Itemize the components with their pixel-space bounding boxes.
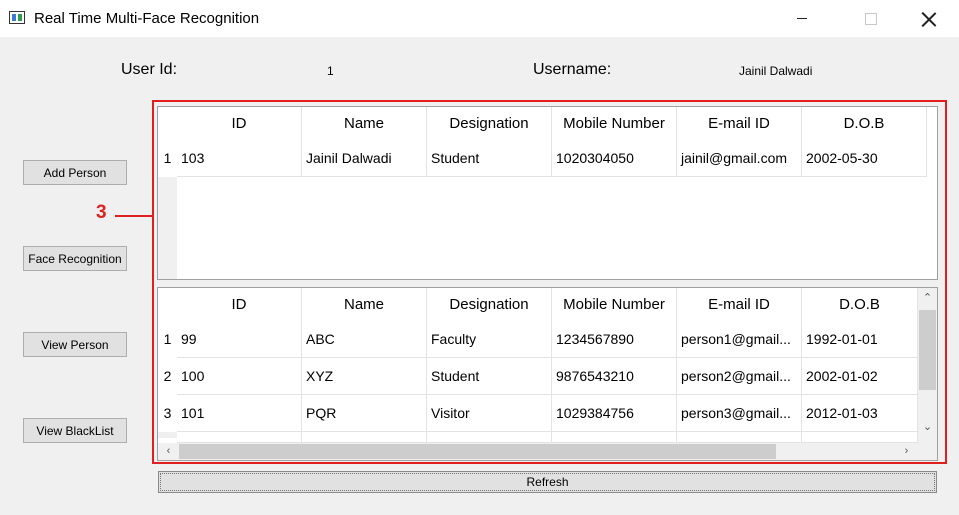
table-cell[interactable]: 2002-01-02	[802, 358, 918, 395]
column-header-email[interactable]: E-mail ID	[677, 288, 802, 321]
table-cell[interactable]: person2@gmail...	[677, 358, 802, 395]
table-cell[interactable]: 1029384756	[552, 395, 677, 432]
table-cell-partial[interactable]	[552, 432, 677, 443]
column-header-name[interactable]: Name	[302, 288, 427, 321]
view-blacklist-button[interactable]: View BlackList	[23, 418, 127, 443]
row-index[interactable]: 1	[158, 140, 177, 177]
table-cell[interactable]: 1020304050	[552, 140, 677, 177]
annotation-pointer-line	[115, 215, 154, 217]
horizontal-scrollbar[interactable]: ‹ ›	[158, 443, 918, 460]
table-cell[interactable]: XYZ	[302, 358, 427, 395]
table-cell-partial[interactable]	[427, 432, 552, 443]
table-cell-partial[interactable]	[677, 432, 802, 443]
table-cell-partial[interactable]	[802, 432, 918, 443]
table-cell[interactable]: person3@gmail...	[677, 395, 802, 432]
maximize-button[interactable]	[848, 0, 894, 37]
row-index[interactable]: 1	[158, 321, 177, 358]
table-cell[interactable]: 1992-01-01	[802, 321, 918, 358]
table-cell[interactable]: 1234567890	[552, 321, 677, 358]
refresh-button[interactable]: Refresh	[158, 471, 937, 493]
close-icon	[922, 12, 936, 26]
table-cell[interactable]: 101	[177, 395, 302, 432]
table-corner	[158, 107, 177, 140]
table-cell[interactable]: Faculty	[427, 321, 552, 358]
column-header-name[interactable]: Name	[302, 107, 427, 140]
column-header-dob[interactable]: D.O.B	[802, 107, 927, 140]
username-label: Username:	[533, 61, 612, 78]
user-id-label: User Id:	[121, 61, 178, 78]
column-header-email[interactable]: E-mail ID	[677, 107, 802, 140]
table-cell[interactable]: Visitor	[427, 395, 552, 432]
column-header-mobile[interactable]: Mobile Number	[552, 288, 677, 321]
table-cell[interactable]: 103	[177, 140, 302, 177]
minimize-icon	[797, 18, 807, 19]
column-header-designation[interactable]: Designation	[427, 107, 552, 140]
column-header-mobile[interactable]: Mobile Number	[552, 107, 677, 140]
scroll-right-icon[interactable]: ›	[898, 443, 915, 460]
person-list-table[interactable]: ID Name Designation Mobile Number E-mail…	[157, 287, 938, 461]
close-button[interactable]	[906, 0, 952, 37]
minimize-button[interactable]	[779, 0, 825, 37]
table-corner	[158, 288, 177, 321]
table-cell[interactable]: Student	[427, 358, 552, 395]
table-cell[interactable]: 9876543210	[552, 358, 677, 395]
table-cell-partial[interactable]	[177, 432, 302, 443]
window-title: Real Time Multi-Face Recognition	[34, 10, 260, 27]
user-id-value: 1	[327, 64, 334, 78]
table-cell-partial[interactable]	[302, 432, 427, 443]
table-cell[interactable]: 2002-05-30	[802, 140, 927, 177]
column-header-id[interactable]: ID	[177, 288, 302, 321]
scroll-up-icon[interactable]: ⌃	[919, 290, 936, 307]
table-cell[interactable]: 100	[177, 358, 302, 395]
row-index[interactable]: 3	[158, 395, 177, 432]
scroll-down-icon[interactable]: ⌄	[919, 419, 936, 436]
scroll-left-icon[interactable]: ‹	[160, 443, 177, 460]
vertical-scrollbar[interactable]: ⌃ ⌄	[918, 288, 937, 443]
username-value: Jainil Dalwadi	[739, 64, 813, 78]
table-cell[interactable]: Jainil Dalwadi	[302, 140, 427, 177]
view-person-button[interactable]: View Person	[23, 332, 127, 357]
vertical-scroll-thumb[interactable]	[919, 310, 936, 390]
face-recognition-button[interactable]: Face Recognition	[23, 246, 127, 271]
table-cell[interactable]: jainil@gmail.com	[677, 140, 802, 177]
column-header-designation[interactable]: Designation	[427, 288, 552, 321]
column-header-dob[interactable]: D.O.B	[802, 288, 918, 321]
title-bar: Real Time Multi-Face Recognition	[0, 0, 959, 37]
column-header-id[interactable]: ID	[177, 107, 302, 140]
table-cell[interactable]: ABC	[302, 321, 427, 358]
app-window-icon	[9, 11, 25, 24]
table-cell[interactable]: 99	[177, 321, 302, 358]
table-cell[interactable]: Student	[427, 140, 552, 177]
scrollbar-corner	[918, 443, 937, 460]
table-cell[interactable]: person1@gmail...	[677, 321, 802, 358]
table-cell[interactable]: 2012-01-03	[802, 395, 918, 432]
current-user-table[interactable]: ID Name Designation Mobile Number E-mail…	[157, 106, 938, 280]
horizontal-scroll-thumb[interactable]	[179, 444, 776, 459]
annotation-number: 3	[96, 202, 107, 223]
row-index[interactable]: 2	[158, 358, 177, 395]
maximize-icon	[865, 12, 877, 25]
add-person-button[interactable]: Add Person	[23, 160, 127, 185]
table-cell[interactable]: PQR	[302, 395, 427, 432]
